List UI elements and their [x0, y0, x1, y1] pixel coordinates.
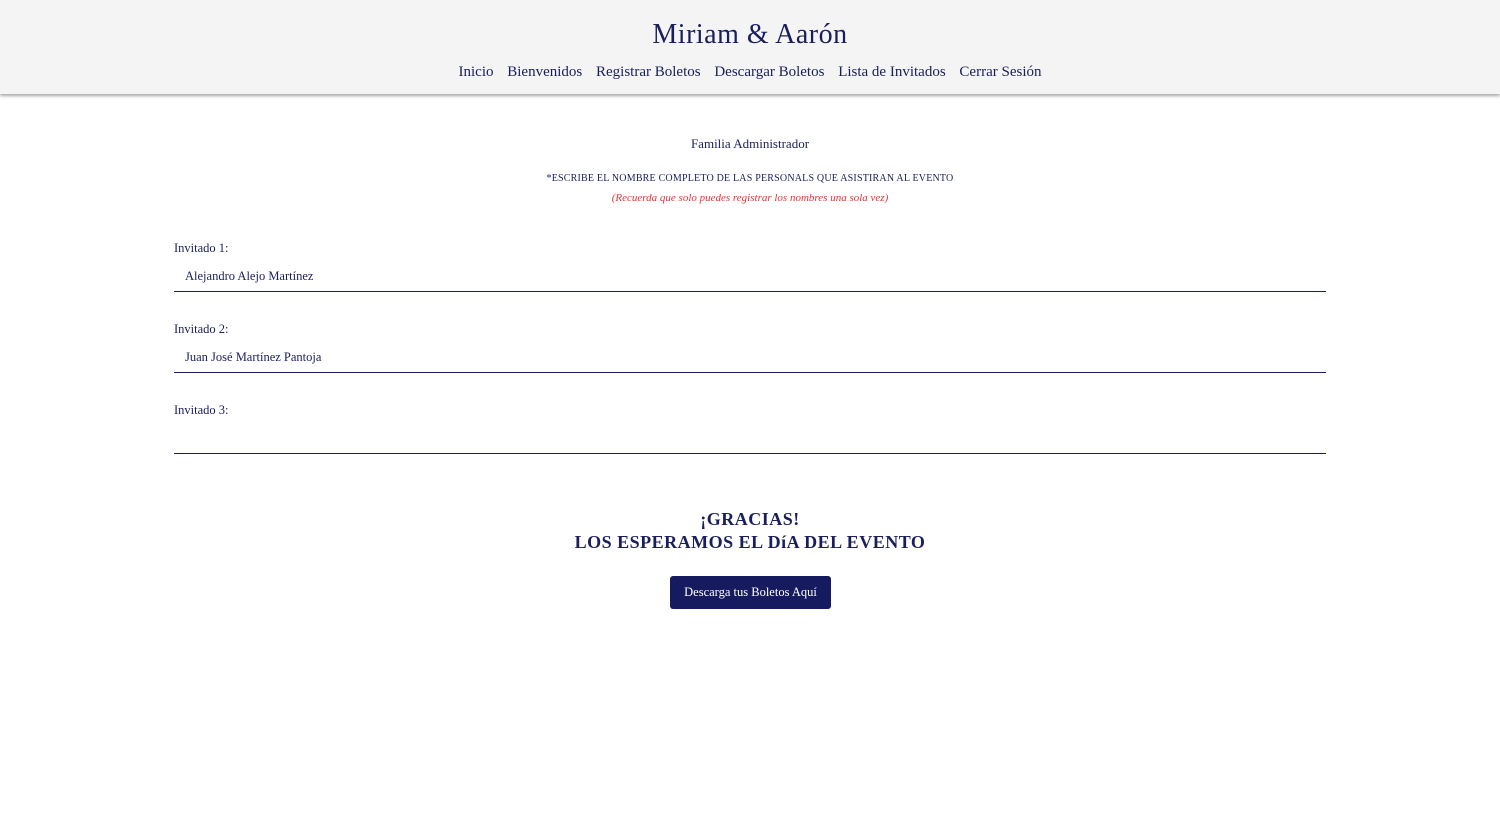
thanks-message: ¡GRACIAS! LOS ESPERAMOS EL DíA DEL EVENT… — [0, 508, 1500, 554]
guest-label-1: Invitado 1: — [174, 241, 229, 255]
instruction-text: *ESCRIBE EL NOMBRE COMPLETO DE LAS PERSO… — [546, 173, 954, 184]
nav-item-cerrar-sesion[interactable]: Cerrar Sesión — [959, 64, 1041, 81]
nav-item-registrar-boletos[interactable]: Registrar Boletos — [596, 64, 701, 81]
nav-item-bienvenidos[interactable]: Bienvenidos — [507, 64, 582, 81]
guest-field-3: Invitado 3: — [174, 403, 1326, 454]
nav-item-inicio[interactable]: Inicio — [459, 64, 494, 81]
nav-item-lista-de-invitados[interactable]: Lista de Invitados — [838, 64, 945, 81]
reminder-text: (Recuerda que solo puedes registrar los … — [611, 192, 889, 204]
guest-field-1: Invitado 1: — [174, 241, 1326, 292]
brand-title: Miriam & Aarón — [652, 19, 848, 50]
family-name: Familia Administrador — [690, 136, 810, 151]
main-nav: Inicio Bienvenidos Registrar Boletos Des… — [0, 64, 1500, 81]
download-tickets-button[interactable]: Descarga tus Boletos Aquí — [670, 576, 831, 609]
guest-input-1[interactable] — [174, 262, 1326, 292]
guest-input-3[interactable] — [174, 424, 1326, 454]
thanks-line-2: LOS ESPERAMOS EL DíA DEL EVENTO — [574, 532, 926, 552]
guest-input-2[interactable] — [174, 343, 1326, 373]
thanks-line-1: ¡GRACIAS! — [700, 509, 800, 529]
guest-field-2: Invitado 2: — [174, 322, 1326, 373]
site-header: Miriam & Aarón Inicio Bienvenidos Regist… — [0, 0, 1500, 94]
nav-item-descargar-boletos[interactable]: Descargar Boletos — [714, 64, 824, 81]
guest-label-3: Invitado 3: — [174, 403, 229, 417]
guest-label-2: Invitado 2: — [174, 322, 229, 336]
